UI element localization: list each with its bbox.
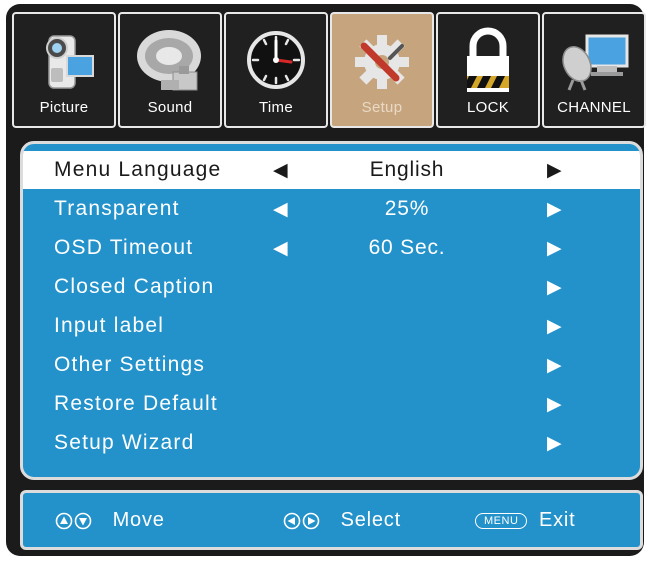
menu-row-setup-wizard[interactable]: Setup Wizard ▶ — [23, 424, 640, 462]
left-arrow-icon[interactable]: ◀ — [273, 237, 288, 260]
menu-key-icon: MENU — [475, 512, 528, 529]
tab-label: CHANNEL — [557, 99, 631, 116]
setup-menu-panel: Menu Language ◀ English ▶ Transparent ◀ … — [20, 141, 643, 480]
menu-row-osd-timeout[interactable]: OSD Timeout ◀ 60 Sec. ▶ — [23, 229, 640, 267]
row-label: Closed Caption — [54, 275, 215, 298]
row-value: 60 Sec. — [368, 236, 446, 259]
tab-label: Time — [259, 99, 293, 116]
row-value: 25% — [384, 197, 430, 220]
right-arrow-icon[interactable]: ▶ — [547, 159, 562, 182]
tab-channel[interactable]: CHANNEL — [542, 12, 646, 128]
select-hint: Select — [283, 509, 401, 532]
right-arrow-icon[interactable]: ▶ — [547, 354, 562, 377]
right-arrow-icon[interactable]: ▶ — [547, 432, 562, 455]
row-value: English — [369, 158, 445, 181]
right-arrow-icon[interactable]: ▶ — [547, 198, 562, 221]
right-arrow-icon[interactable]: ▶ — [547, 276, 562, 299]
left-arrow-icon[interactable]: ◀ — [273, 159, 288, 182]
satellite-dish-icon — [562, 34, 629, 91]
padlock-icon — [467, 27, 509, 92]
speaker-icon — [137, 30, 201, 91]
exit-hint: MENU Exit — [475, 509, 576, 532]
row-label: Menu Language — [54, 158, 222, 181]
menu-row-closed-caption[interactable]: Closed Caption ▶ — [23, 268, 640, 306]
up-down-arrows-icon — [55, 512, 92, 530]
right-arrow-icon[interactable]: ▶ — [547, 237, 562, 260]
menu-row-menu-language[interactable]: Menu Language ◀ English ▶ — [23, 151, 640, 189]
row-label: Transparent — [54, 197, 180, 220]
tab-sound[interactable]: Sound — [118, 12, 222, 128]
row-label: Other Settings — [54, 353, 206, 376]
tab-label: LOCK — [466, 99, 510, 116]
tab-strip: Picture Sound Time Setup LOCK CHANNEL — [12, 12, 648, 128]
tab-setup[interactable]: Setup — [330, 12, 434, 128]
right-arrow-icon[interactable]: ▶ — [547, 315, 562, 338]
move-label: Move — [112, 509, 165, 532]
left-arrow-icon[interactable]: ◀ — [273, 198, 288, 221]
right-arrow-icon[interactable]: ▶ — [547, 393, 562, 416]
menu-row-transparent[interactable]: Transparent ◀ 25% ▶ — [23, 190, 640, 228]
tab-label: Sound — [147, 99, 193, 116]
clock-icon — [247, 31, 305, 89]
row-label: Restore Default — [54, 392, 218, 415]
tab-time[interactable]: Time — [224, 12, 328, 128]
move-hint: Move — [55, 509, 165, 532]
gear-icon — [355, 35, 409, 89]
tab-lock[interactable]: LOCK — [436, 12, 540, 128]
select-label: Select — [340, 509, 401, 532]
menu-row-other-settings[interactable]: Other Settings ▶ — [23, 346, 640, 384]
menu-row-restore-default[interactable]: Restore Default ▶ — [23, 385, 640, 423]
row-label: OSD Timeout — [54, 236, 194, 259]
camcorder-icon — [46, 35, 94, 89]
tab-label: Setup — [361, 99, 403, 116]
footer-hint-bar: Move Select MENU Exit — [20, 490, 643, 550]
row-label: Setup Wizard — [54, 431, 195, 454]
left-right-arrows-icon — [283, 512, 320, 530]
tab-label: Picture — [39, 99, 89, 116]
exit-label: Exit — [538, 509, 576, 532]
row-label: Input label — [54, 314, 165, 337]
tab-picture[interactable]: Picture — [12, 12, 116, 128]
menu-row-input-label[interactable]: Input label ▶ — [23, 307, 640, 345]
